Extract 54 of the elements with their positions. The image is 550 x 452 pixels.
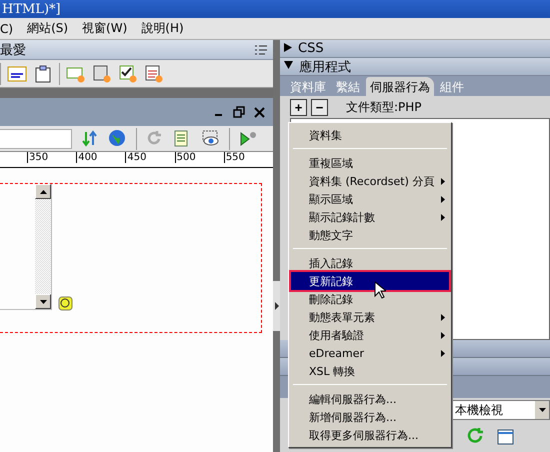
list-field-icon[interactable] — [92, 64, 112, 84]
restore-icon[interactable] — [233, 106, 245, 118]
menu-item[interactable]: 視窗(W) — [82, 20, 128, 37]
remove-button[interactable]: − — [311, 98, 328, 116]
menu-item[interactable]: 刪除記錄 — [291, 290, 449, 308]
menu-item[interactable]: 資料集 (Recordset) 分頁 — [291, 172, 449, 190]
scroll-bar[interactable] — [35, 184, 51, 309]
document-type-label: 文件類型:PHP — [346, 98, 422, 116]
menu-item[interactable]: 新增伺服器行為... — [291, 408, 449, 426]
panel-header[interactable]: 應用程式 — [280, 58, 550, 76]
menu-item[interactable]: 動態表單元素 — [291, 308, 449, 326]
menu-item[interactable]: 網站(S) — [27, 20, 68, 37]
panel-tab[interactable]: 伺服器行為 — [366, 77, 434, 96]
clipboard-icon[interactable] — [33, 64, 53, 84]
ruler-label: 500 — [174, 152, 224, 163]
insert-bar-title: 最愛 — [0, 42, 26, 58]
text-box-icon[interactable] — [7, 64, 27, 84]
eye-icon[interactable] — [201, 128, 221, 148]
ruler-label: 350 — [27, 152, 76, 163]
collapse-handle[interactable] — [273, 281, 280, 331]
panel-header[interactable]: CSS — [280, 40, 550, 58]
window-title: HTML)*] — [2, 2, 61, 16]
menu-item[interactable]: 重複區域 — [291, 154, 449, 172]
ruler-label: 450 — [125, 152, 175, 163]
menu-item[interactable]: 說明(H) — [141, 20, 184, 37]
close-icon[interactable] — [253, 106, 265, 118]
menu-item[interactable]: 資料集 — [291, 126, 449, 144]
menu-item[interactable]: XSL 轉換 — [291, 362, 449, 380]
panel-title: 應用程式 — [299, 58, 351, 76]
script-marker-icon — [58, 296, 73, 311]
options-menu-icon[interactable] — [255, 44, 267, 54]
menu-item[interactable]: 使用者驗證 — [291, 326, 449, 344]
menu-item[interactable]: C) — [0, 22, 14, 36]
menu-item[interactable]: 顯示區域 — [291, 190, 449, 208]
menu-item[interactable]: 顯示記錄計數 — [291, 208, 449, 226]
site-view-dropdown[interactable]: 本機檢視 — [452, 400, 550, 420]
checkbox-icon[interactable] — [118, 64, 138, 84]
scroll-up-icon[interactable] — [35, 184, 51, 199]
mouse-pointer-icon — [374, 281, 386, 299]
form-list-icon[interactable] — [144, 64, 164, 84]
scroll-down-icon[interactable] — [35, 294, 51, 309]
panel-title: CSS — [298, 41, 324, 56]
add-button[interactable]: + — [290, 98, 307, 116]
menu-item[interactable]: 動態文字 — [291, 226, 449, 244]
menu-item[interactable]: 插入記錄 — [291, 254, 449, 272]
collapsed-triangle-icon — [284, 42, 292, 54]
menu-item[interactable]: 更新記錄 — [291, 272, 449, 290]
globe-icon[interactable] — [108, 128, 128, 148]
expand-icon[interactable] — [496, 427, 516, 447]
title-input-field[interactable] — [0, 128, 72, 148]
menu-item[interactable]: 取得更多伺服器行為... — [291, 426, 449, 444]
menu-item[interactable]: 編輯伺服器行為... — [291, 390, 449, 408]
ruler-label: 400 — [76, 152, 126, 163]
menu-item[interactable]: eDreamer — [291, 344, 449, 362]
